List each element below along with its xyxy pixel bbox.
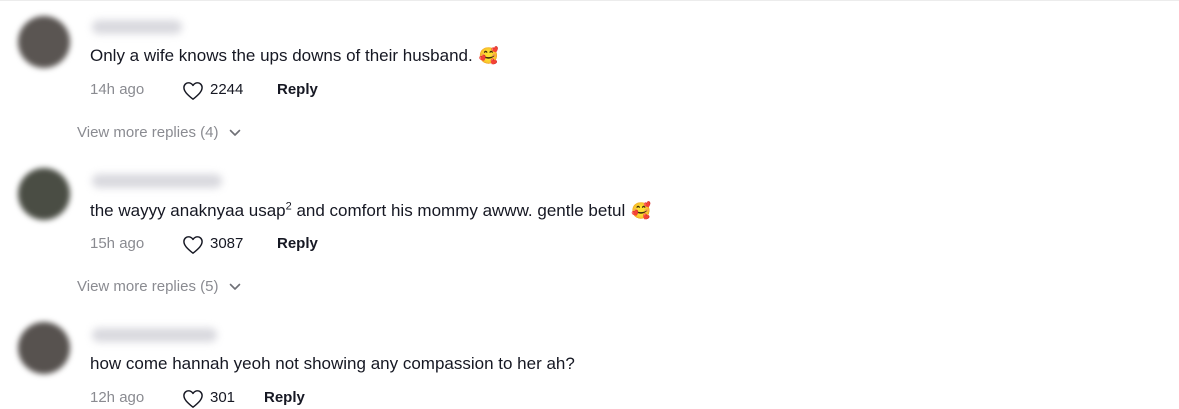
avatar[interactable] [18,16,70,68]
avatar[interactable] [18,168,70,220]
timestamp: 12h ago [90,389,145,406]
comment-text: the wayyy anaknyaa usap2 and comfort his… [90,200,651,223]
chevron-down-icon [229,283,240,290]
reply-button[interactable]: Reply [277,233,318,255]
view-more-replies-button[interactable]: View more replies (5) [77,277,241,297]
comment-body: Only a wife knows the ups downs of their… [90,46,473,65]
chevron-down-icon [229,129,240,136]
reply-button[interactable]: Reply [277,79,318,101]
username-blurred[interactable] [92,174,222,188]
heart-outline-icon[interactable] [182,81,204,101]
comment-text: how come hannah yeoh not showing any com… [90,353,575,375]
comment-body-part-1: the wayyy anaknyaa usap [90,201,286,220]
like-count: 301 [210,389,236,406]
timestamp: 14h ago [90,81,145,98]
heart-outline-icon[interactable] [182,389,204,409]
heart-outline-icon[interactable] [182,235,204,255]
timestamp: 15h ago [90,235,145,252]
like-count: 2244 [210,81,244,98]
view-more-replies-label: View more replies (5) [77,278,219,295]
view-more-replies-label: View more replies (4) [77,124,219,141]
view-more-replies-button[interactable]: View more replies (4) [77,123,241,143]
like-count: 3087 [210,235,244,252]
comment-body-part-2: and comfort his mommy awww. gentle betul [291,201,626,220]
comment-body: how come hannah yeoh not showing any com… [90,354,575,373]
username-blurred[interactable] [92,328,217,342]
avatar[interactable] [18,322,70,374]
comment-text: Only a wife knows the ups downs of their… [90,45,499,68]
reply-button[interactable]: Reply [264,387,305,409]
top-divider [0,0,1179,1]
smiling-face-with-hearts-emoji: 🥰 [631,203,652,220]
smiling-face-with-hearts-emoji: 🥰 [478,48,499,65]
username-blurred[interactable] [92,20,182,34]
